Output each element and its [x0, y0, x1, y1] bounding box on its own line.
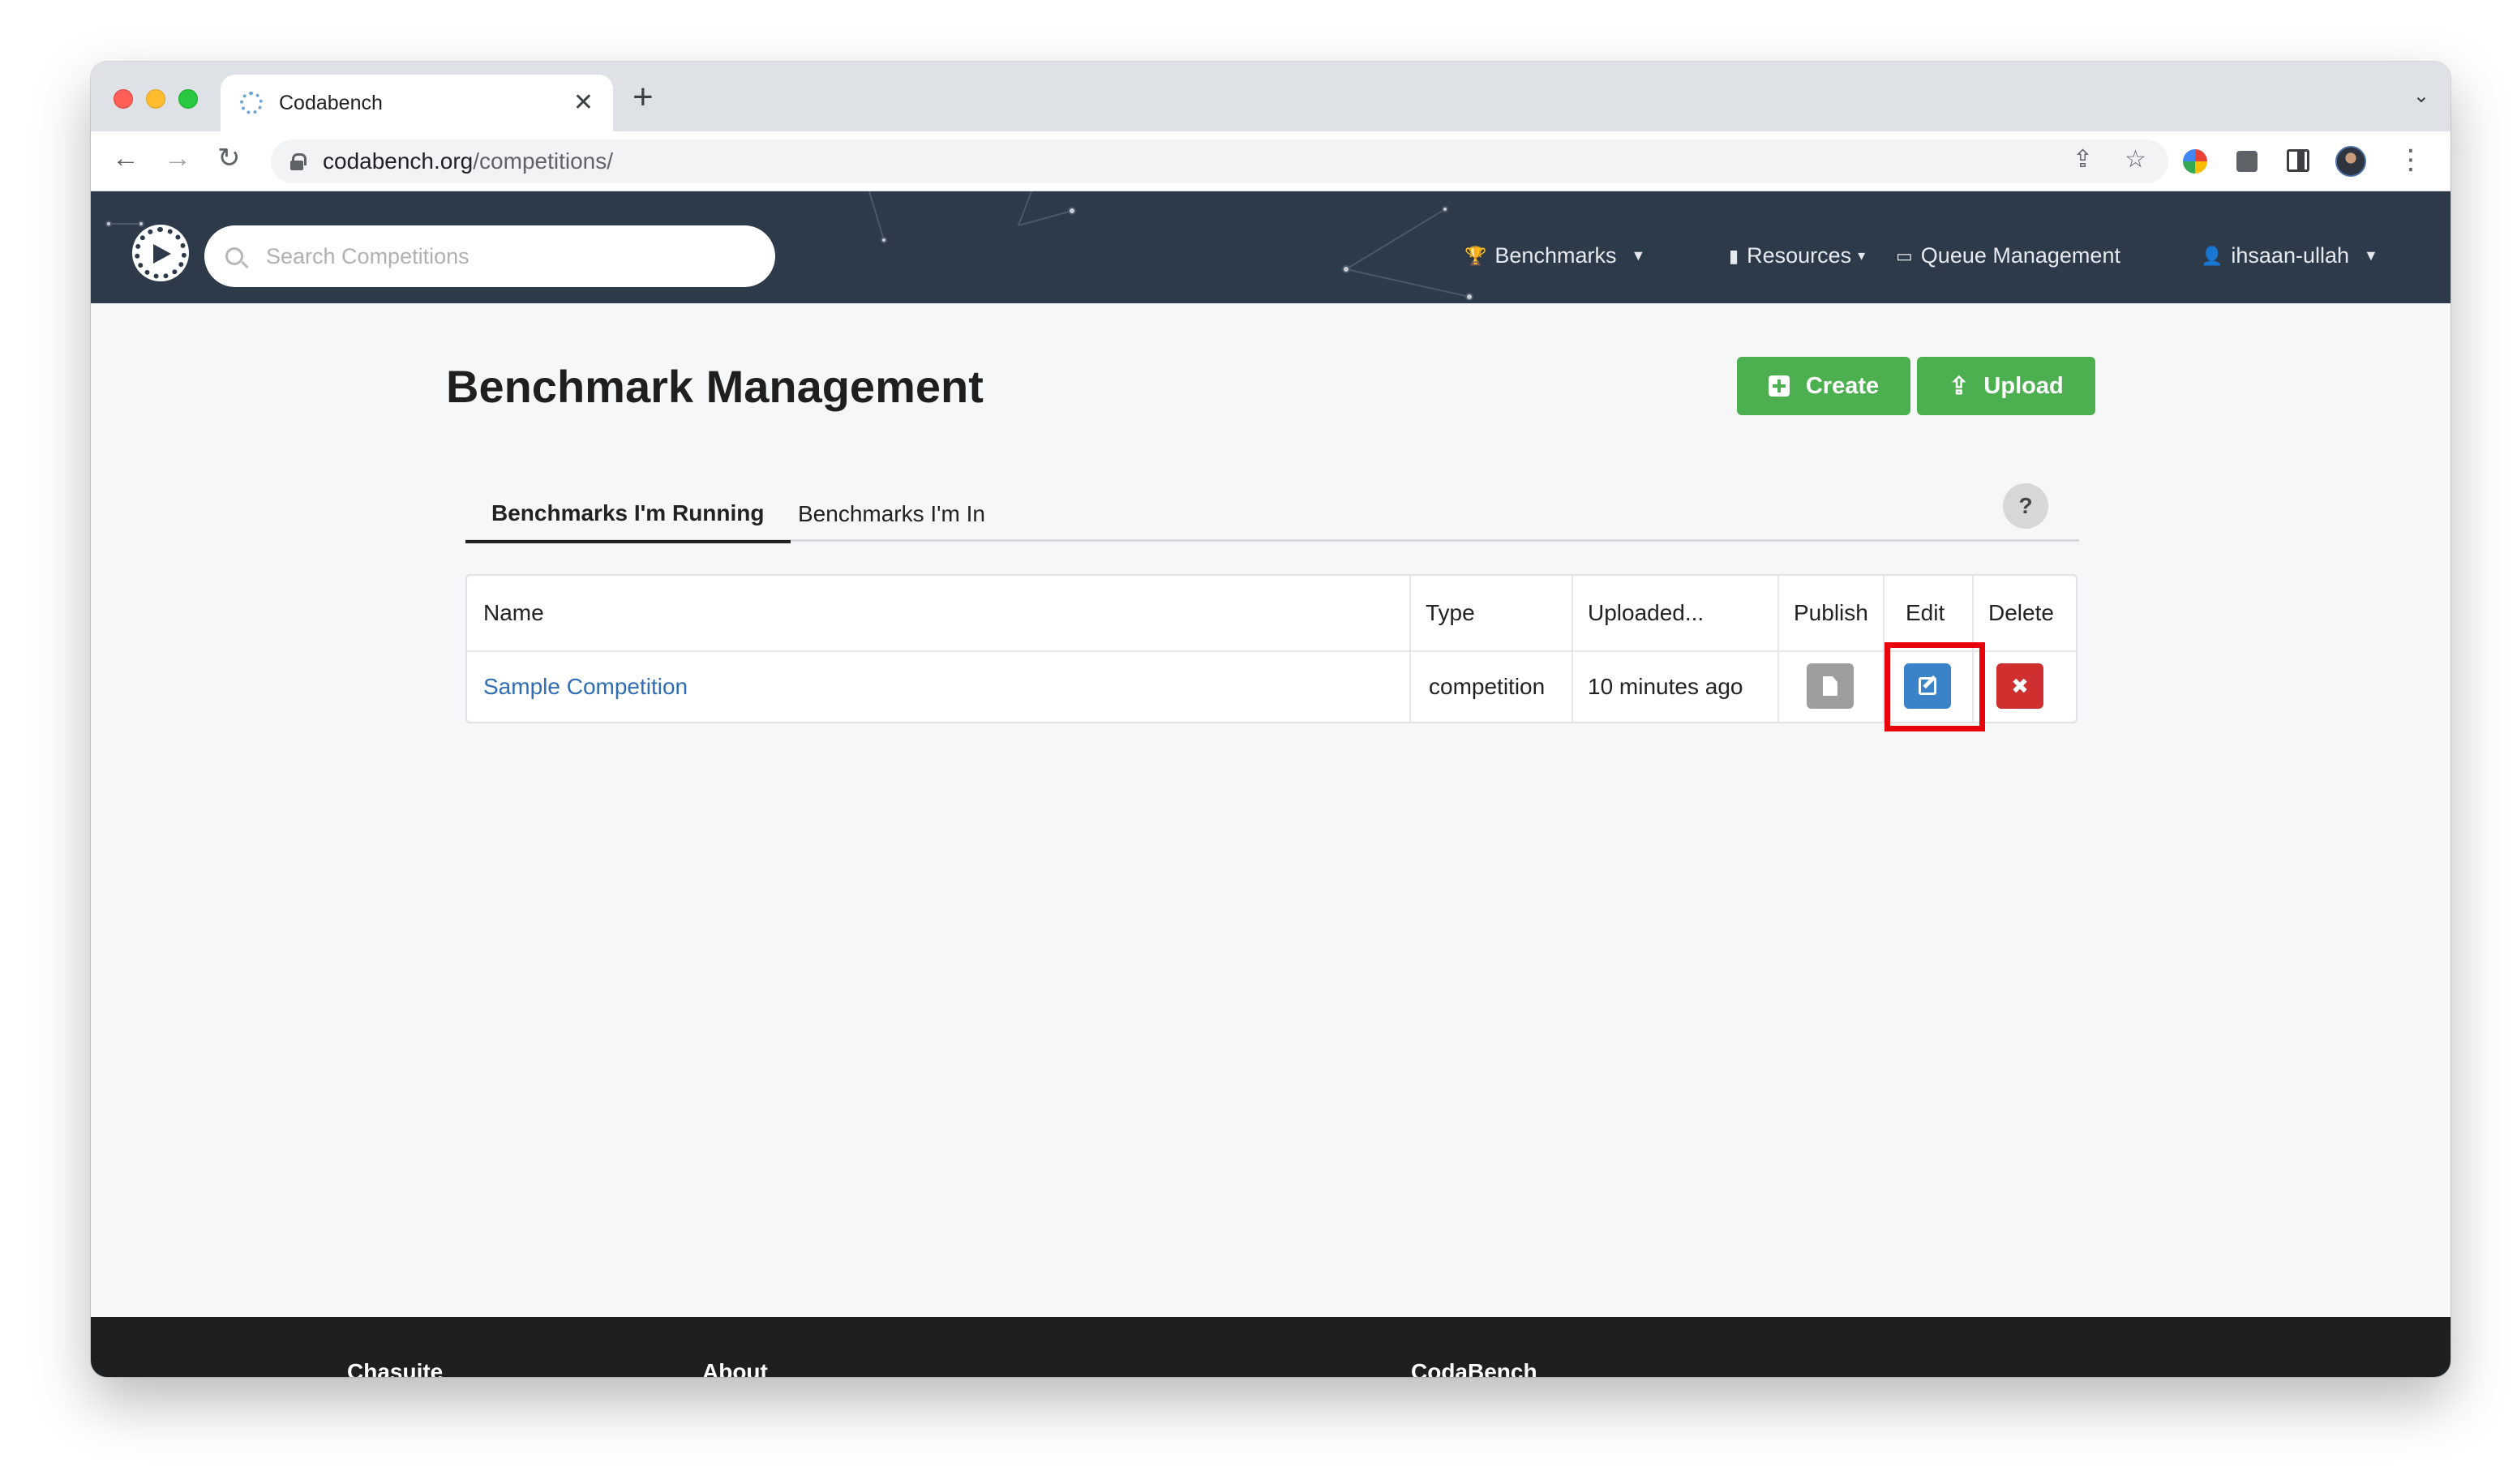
nav-user-label: ihsaan-ullah: [2231, 243, 2350, 268]
footer-heading-chasuite: Chasuite: [347, 1359, 444, 1377]
nav-resources-label: Resources: [1747, 243, 1852, 268]
page-title: Benchmark Management: [446, 361, 984, 412]
benchmarks-table: Name Type Uploaded... Publish Edit Delet…: [465, 574, 2077, 723]
tab-benchmarks-running[interactable]: Benchmarks I'm Running: [465, 487, 791, 543]
back-arrow-icon[interactable]: ←: [112, 144, 139, 172]
header-edit: Edit: [1906, 600, 1945, 625]
competition-search[interactable]: [204, 225, 775, 287]
nav-queue-management[interactable]: ▭ Queue Management: [1896, 243, 2120, 268]
bookmark-star-icon[interactable]: ☆: [2125, 148, 2146, 172]
codabench-favicon-icon: [240, 92, 263, 114]
footer-heading-about: About: [702, 1359, 768, 1377]
url-path: /competitions/: [473, 148, 614, 174]
search-icon: [225, 247, 243, 265]
profile-avatar[interactable]: [2335, 146, 2366, 177]
chevron-down-icon: ▾: [1858, 247, 1866, 264]
browser-window: Codabench ✕ + ⌄ ← → ↻ codabench.org/comp…: [91, 62, 2451, 1377]
browser-tab[interactable]: Codabench ✕: [221, 75, 613, 131]
competition-uploaded: 10 minutes ago: [1588, 674, 1743, 699]
edit-highlight-annotation: [1885, 642, 1985, 731]
benchmark-tabs: Benchmarks I'm Running Benchmarks I'm In: [465, 487, 2079, 543]
tab-title: Codabench: [279, 91, 383, 114]
header-publish: Publish: [1794, 600, 1868, 625]
plus-square-icon: [1768, 375, 1790, 397]
create-label: Create: [1805, 372, 1880, 399]
url-host: codabench.org: [323, 148, 474, 174]
footer-heading-codabench: CodaBench: [1411, 1359, 1537, 1377]
nav-queue-label: Queue Management: [1920, 243, 2120, 268]
publish-button[interactable]: [1807, 663, 1854, 709]
tab-in-label: Benchmarks I'm In: [798, 501, 985, 526]
column-divider: [1409, 576, 1411, 722]
close-icon: ✖: [2011, 673, 2029, 698]
extensions-puzzle-icon[interactable]: [2236, 151, 2258, 172]
close-window-button[interactable]: [114, 89, 133, 109]
chevron-down-icon: ▼: [2364, 247, 2378, 264]
minimize-window-button[interactable]: [146, 89, 165, 109]
row-divider: [467, 650, 2076, 652]
tab-close-icon[interactable]: ✕: [573, 91, 594, 115]
maximize-window-button[interactable]: [178, 89, 198, 109]
tab-running-label: Benchmarks I'm Running: [491, 500, 765, 525]
side-panel-icon[interactable]: [2287, 149, 2309, 172]
new-tab-button[interactable]: +: [632, 79, 654, 115]
upload-icon: ⇪: [1949, 372, 1970, 400]
tab-search-chevron-icon[interactable]: ⌄: [2413, 84, 2429, 108]
nav-resources[interactable]: ▮ Resources ▾: [1729, 243, 1865, 268]
nav-benchmarks[interactable]: 🏆 Benchmarks ▼: [1464, 243, 1645, 268]
header-name: Name: [483, 600, 544, 625]
monitor-icon: ▭: [1896, 245, 1913, 266]
competition-name-link[interactable]: Sample Competition: [483, 650, 688, 723]
user-icon: 👤: [2201, 245, 2223, 266]
site-navbar: 🏆 Benchmarks ▼ ▮ Resources ▾ ▭ Queue Man…: [91, 191, 2451, 303]
help-button[interactable]: ?: [2003, 483, 2048, 529]
document-icon: [1823, 676, 1837, 696]
document-icon: ▮: [1729, 245, 1739, 266]
chevron-down-icon: ▼: [1631, 247, 1646, 264]
header-delete: Delete: [1988, 600, 2054, 625]
upload-label: Upload: [1983, 372, 2064, 399]
browser-tab-strip: Codabench ✕ + ⌄: [91, 62, 2451, 131]
codabench-logo[interactable]: [135, 227, 187, 279]
nav-benchmarks-label: Benchmarks: [1494, 243, 1617, 268]
column-divider: [1572, 576, 1573, 722]
reload-icon[interactable]: ↻: [217, 144, 241, 172]
search-input[interactable]: [266, 243, 720, 269]
delete-button[interactable]: ✖: [1996, 663, 2043, 709]
browser-menu-icon[interactable]: ⋮: [2397, 146, 2425, 174]
header-type: Type: [1426, 600, 1475, 625]
tab-benchmarks-in[interactable]: Benchmarks I'm In: [772, 487, 1011, 542]
forward-arrow-icon[interactable]: →: [164, 144, 191, 172]
column-divider: [1777, 576, 1779, 722]
color-extension-icon[interactable]: [2183, 149, 2207, 174]
upload-button[interactable]: ⇪ Upload: [1917, 357, 2095, 415]
trophy-icon: 🏆: [1464, 245, 1487, 266]
create-button[interactable]: Create: [1737, 357, 1910, 415]
header-uploaded: Uploaded...: [1588, 600, 1704, 625]
nav-user-menu[interactable]: 👤 ihsaan-ullah ▼: [2201, 243, 2378, 268]
lock-icon: [290, 153, 307, 170]
share-icon[interactable]: ⇪: [2073, 148, 2093, 172]
competition-name[interactable]: Sample Competition: [483, 674, 688, 700]
address-bar[interactable]: codabench.org/competitions/: [271, 139, 2168, 183]
competition-type: competition: [1429, 674, 1546, 699]
site-footer: Chasuite About CodaBench: [91, 1317, 2451, 1377]
browser-toolbar: ← → ↻ codabench.org/competitions/ ⇪ ☆ ⋮: [91, 131, 2451, 191]
